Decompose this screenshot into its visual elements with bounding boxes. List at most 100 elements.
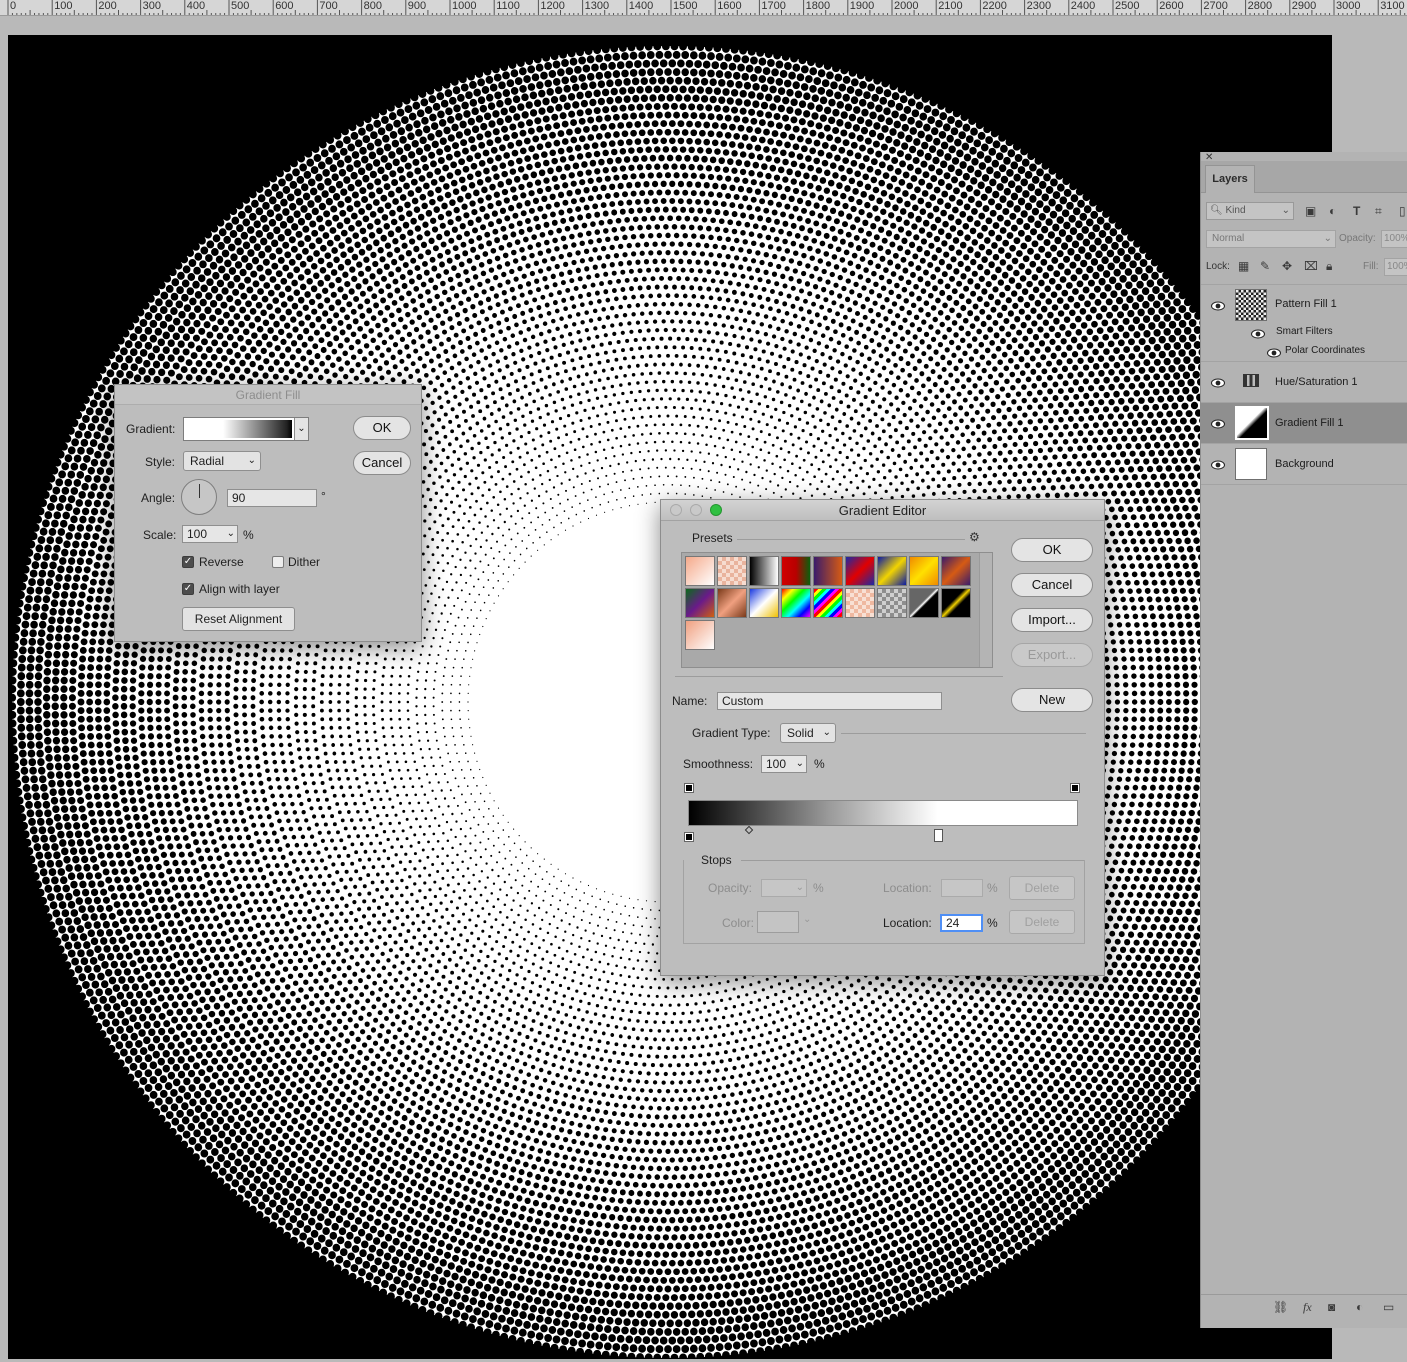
align-checkbox[interactable]: ✓: [182, 583, 194, 595]
blend-mode-value: Normal: [1212, 233, 1244, 244]
opacity-delete-button[interactable]: Delete: [1009, 876, 1075, 900]
eye-icon[interactable]: [1211, 301, 1225, 311]
gradient-preset-swatch[interactable]: [685, 588, 715, 618]
gradient-preset-swatch[interactable]: [813, 588, 843, 618]
export-button[interactable]: Export...: [1011, 643, 1093, 667]
gradient-preset-swatch[interactable]: [717, 588, 747, 618]
opacity-stop-right[interactable]: [1071, 784, 1079, 792]
gradient-preset-swatch[interactable]: [685, 620, 715, 650]
lock-transparent-icon[interactable]: ▦: [1238, 259, 1249, 273]
scale-input[interactable]: 100 ⌄: [182, 525, 238, 543]
filter-icons: ▣ ◐ T ⌗ ▯: [1303, 204, 1407, 220]
cancel-button[interactable]: Cancel: [353, 451, 411, 475]
gradient-preset-swatch[interactable]: [909, 556, 939, 586]
eye-icon[interactable]: [1211, 419, 1225, 429]
new-button[interactable]: New: [1011, 688, 1093, 712]
layer-row-background[interactable]: Background: [1201, 444, 1407, 485]
gradient-preset-swatch[interactable]: [781, 556, 811, 586]
minimize-window-button[interactable]: [690, 504, 702, 516]
color-location-input[interactable]: 24: [940, 914, 983, 932]
type-filter-icon[interactable]: T: [1353, 204, 1360, 218]
zoom-window-button[interactable]: [710, 504, 722, 516]
color-midpoint-marker[interactable]: [745, 826, 753, 834]
tab-layers[interactable]: Layers: [1205, 165, 1255, 193]
smart-object-filter-icon[interactable]: ▯: [1399, 204, 1406, 218]
angle-dial[interactable]: [181, 479, 217, 515]
gradient-preset-swatch[interactable]: [877, 556, 907, 586]
gradient-preset-swatch[interactable]: [749, 556, 779, 586]
cancel-button[interactable]: Cancel: [1011, 573, 1093, 597]
gradient-preset-swatch[interactable]: [717, 556, 747, 586]
new-group-icon[interactable]: ▭: [1383, 1300, 1394, 1314]
gradient-preset-swatch[interactable]: [781, 588, 811, 618]
eye-icon[interactable]: [1211, 460, 1225, 470]
gradient-preview-bar[interactable]: [688, 800, 1078, 826]
gradient-preset-swatch[interactable]: [941, 588, 971, 618]
presets-grid[interactable]: [681, 552, 993, 668]
layer-mask-icon[interactable]: ◙: [1328, 1300, 1335, 1314]
layer-row-gradient-fill[interactable]: Gradient Fill 1: [1201, 403, 1407, 444]
name-input[interactable]: Custom: [717, 692, 942, 710]
opacity-location-input[interactable]: [941, 879, 983, 897]
horizontal-ruler[interactable]: 0 100 200 300 400 500 600 700 800 900 1000 1100 1200…: [0, 0, 1407, 16]
gradient-preset-swatch[interactable]: [749, 588, 779, 618]
shape-filter-icon[interactable]: ⌗: [1375, 204, 1382, 219]
layer-row-pattern-fill[interactable]: Pattern Fill 1 Smart Filters Polar Coord…: [1201, 284, 1407, 362]
gradient-preset-swatch[interactable]: [685, 556, 715, 586]
adjustment-filter-icon[interactable]: ◐: [1329, 204, 1336, 218]
gradient-preset-swatch[interactable]: [813, 556, 843, 586]
gear-icon[interactable]: ⚙: [969, 530, 980, 544]
chevron-down-icon[interactable]: ⌄: [227, 526, 235, 542]
color-stop-left[interactable]: [685, 833, 693, 841]
presets-scrollbar[interactable]: [979, 553, 992, 667]
new-adjustment-icon[interactable]: ◐: [1356, 1300, 1363, 1314]
gradient-type-select[interactable]: Solid ⌄: [780, 723, 836, 743]
reset-alignment-button[interactable]: Reset Alignment: [182, 607, 295, 631]
lock-artboard-icon[interactable]: ⌧: [1304, 259, 1318, 273]
fill-input[interactable]: 100%: [1384, 258, 1407, 276]
lock-position-icon[interactable]: ✥: [1282, 259, 1292, 273]
layer-row-hue-saturation[interactable]: Hue/Saturation 1: [1201, 362, 1407, 403]
dialog-titlebar[interactable]: Gradient Editor: [661, 500, 1104, 521]
angle-input[interactable]: 90: [227, 489, 317, 507]
lock-all-icon[interactable]: 🔒︎: [1326, 259, 1332, 274]
dither-checkbox[interactable]: [272, 556, 284, 568]
link-layers-icon[interactable]: ⛓: [1273, 1300, 1288, 1314]
gradient-fill-dialog: Gradient Fill Gradient: ⌄ Style: Radial …: [114, 384, 422, 642]
chevron-down-icon[interactable]: ⌄: [796, 756, 804, 772]
lock-paint-brush-icon[interactable]: ✎: [1260, 259, 1270, 273]
gradient-preset-swatch[interactable]: [845, 556, 875, 586]
smoothness-input[interactable]: 100 ⌄: [761, 755, 807, 773]
reverse-checkbox[interactable]: ✓: [182, 556, 194, 568]
presets-label: Presets: [692, 531, 733, 545]
smoothness-unit: %: [814, 757, 825, 771]
style-select[interactable]: Radial ⌄: [183, 451, 261, 471]
gradient-preset-swatch[interactable]: [877, 588, 907, 618]
eye-icon[interactable]: [1267, 348, 1281, 358]
eye-icon[interactable]: [1211, 378, 1225, 388]
import-button[interactable]: Import...: [1011, 608, 1093, 632]
opacity-input[interactable]: 100%: [1381, 230, 1407, 248]
image-filter-icon[interactable]: ▣: [1305, 204, 1316, 218]
gradient-swatch[interactable]: ⌄: [183, 417, 309, 441]
gradient-dropdown-arrow[interactable]: ⌄: [294, 418, 308, 440]
gradient-preset-swatch[interactable]: [845, 588, 875, 618]
layer-name: Gradient Fill 1: [1275, 417, 1343, 429]
kind-filter-select[interactable]: 🔍︎ Kind ⌄: [1206, 202, 1294, 220]
color-swatch[interactable]: [757, 911, 799, 933]
ok-button[interactable]: OK: [1011, 538, 1093, 562]
fx-icon[interactable]: fx: [1303, 1300, 1312, 1315]
opacity-input[interactable]: ⌄: [761, 879, 807, 897]
chevron-down-icon[interactable]: ⌄: [803, 914, 811, 925]
opacity-stop-left[interactable]: [685, 784, 693, 792]
ok-button[interactable]: OK: [353, 416, 411, 440]
ruler-label: 400: [187, 0, 205, 13]
color-delete-button[interactable]: Delete: [1009, 910, 1075, 934]
gradient-preset-swatch[interactable]: [941, 556, 971, 586]
chevron-down-icon[interactable]: ⌄: [796, 880, 804, 896]
color-stop-selected[interactable]: [934, 829, 943, 842]
gradient-preset-swatch[interactable]: [909, 588, 939, 618]
blend-mode-select[interactable]: Normal ⌄: [1206, 230, 1336, 248]
eye-icon[interactable]: [1251, 329, 1265, 339]
close-window-button[interactable]: [670, 504, 682, 516]
